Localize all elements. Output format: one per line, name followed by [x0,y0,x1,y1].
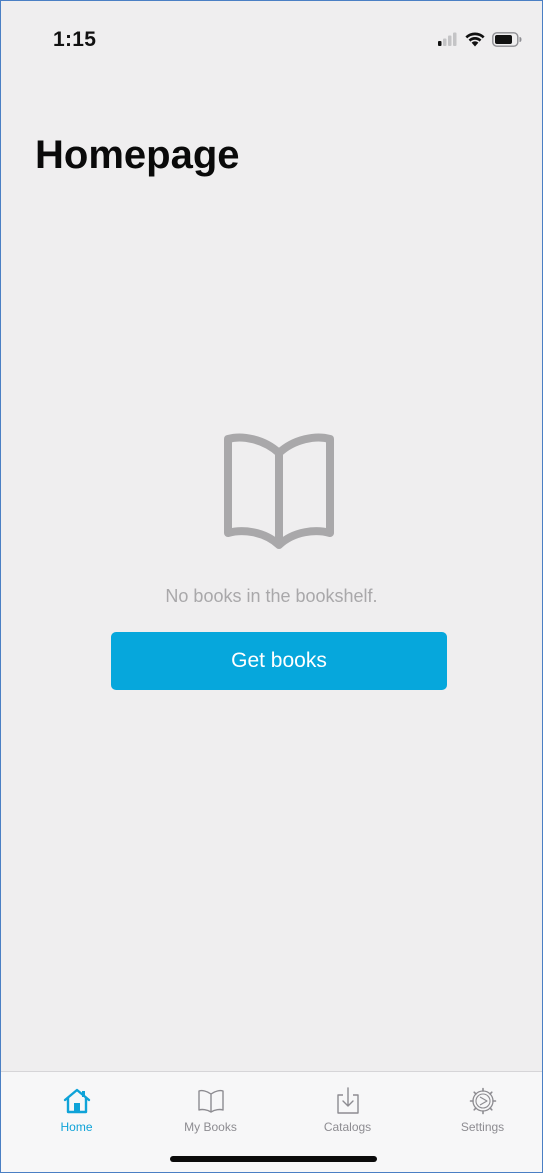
get-books-button[interactable]: Get books [111,632,447,690]
home-indicator[interactable] [170,1156,377,1162]
gear-icon [468,1086,498,1116]
status-icons [438,28,522,50]
battery-icon [492,31,522,47]
home-icon [62,1086,92,1116]
app-screen: 1:15 Homepage No books in the bookshelf.… [0,0,543,1173]
open-book-icon [220,429,338,549]
tab-home[interactable]: Home [9,1072,144,1142]
book-icon [196,1086,226,1116]
tab-label-my-books: My Books [184,1120,237,1134]
tab-catalogs[interactable]: Catalogs [280,1072,415,1142]
download-icon [333,1086,363,1116]
tab-label-home: Home [60,1120,93,1134]
tab-label-settings: Settings [460,1120,505,1134]
wifi-icon [464,31,486,47]
page-title: Homepage [35,133,240,177]
empty-bookshelf-message: No books in the bookshelf. [165,586,378,606]
status-time: 1:15 [53,28,97,51]
cellular-signal-icon [438,32,458,46]
status-bar: 1:15 [1,1,542,81]
tab-my-books[interactable]: My Books [143,1072,278,1142]
tab-settings[interactable]: Settings [415,1072,542,1142]
tab-label-catalogs: Catalogs [323,1120,372,1134]
